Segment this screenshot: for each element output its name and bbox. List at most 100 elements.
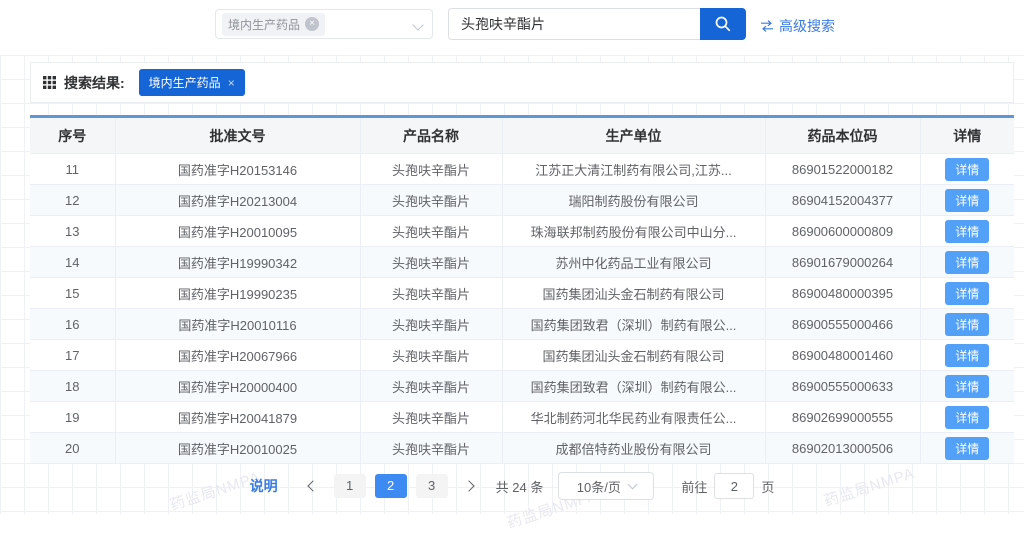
- col-header-detail: 详情: [920, 118, 1014, 154]
- col-header-approval: 批准文号: [115, 118, 360, 154]
- table-row: 16国药准字H20010116头孢呋辛酯片国药集团致君（深圳）制药有限公...8…: [30, 309, 1014, 340]
- category-tag-close-icon[interactable]: ×: [305, 17, 319, 31]
- page-button-2[interactable]: 2: [375, 474, 407, 498]
- row-approval: 国药准字H20010116: [115, 309, 360, 340]
- row-manufacturer: 国药集团致君（深圳）制药有限公...: [502, 309, 765, 340]
- row-detail-cell: 详情: [920, 185, 1014, 216]
- table-row: 18国药准字H20000400头孢呋辛酯片国药集团致君（深圳）制药有限公...8…: [30, 371, 1014, 402]
- chevron-right-icon: [463, 480, 474, 491]
- row-approval: 国药准字H20000400: [115, 371, 360, 402]
- search-icon: [714, 15, 732, 33]
- row-detail-cell: 详情: [920, 309, 1014, 340]
- category-tag-label: 境内生产药品: [228, 16, 300, 33]
- table-row: 11国药准字H20153146头孢呋辛酯片江苏正大清江制药有限公司,江苏...8…: [30, 154, 1014, 185]
- row-no: 15: [30, 278, 115, 309]
- detail-button[interactable]: 详情: [945, 437, 989, 460]
- table-row: 19国药准字H20041879头孢呋辛酯片华北制药河北华民药业有限责任公...8…: [30, 402, 1014, 433]
- row-no: 14: [30, 247, 115, 278]
- next-page-button[interactable]: [457, 474, 481, 498]
- row-manufacturer: 瑞阳制药股份有限公司: [502, 185, 765, 216]
- table-row: 13国药准字H20010095头孢呋辛酯片珠海联邦制药股份有限公司中山分...8…: [30, 216, 1014, 247]
- chevron-down-icon: [627, 480, 637, 490]
- row-product: 头孢呋辛酯片: [360, 278, 502, 309]
- row-manufacturer: 华北制药河北华民药业有限责任公...: [502, 402, 765, 433]
- row-approval: 国药准字H20153146: [115, 154, 360, 185]
- row-manufacturer: 江苏正大清江制药有限公司,江苏...: [502, 154, 765, 185]
- row-manufacturer: 国药集团致君（深圳）制药有限公...: [502, 371, 765, 402]
- row-manufacturer: 国药集团汕头金石制药有限公司: [502, 340, 765, 371]
- page-size-value: 10条/页: [577, 477, 621, 496]
- chevron-left-icon: [307, 480, 318, 491]
- table-row: 14国药准字H19990342头孢呋辛酯片苏州中化药品工业有限公司8690167…: [30, 247, 1014, 278]
- row-code: 86900480000395: [765, 278, 920, 309]
- detail-button[interactable]: 详情: [945, 220, 989, 243]
- row-no: 16: [30, 309, 115, 340]
- table-row: 20国药准字H20010025头孢呋辛酯片成都倍特药业股份有限公司8690201…: [30, 433, 1014, 464]
- row-manufacturer: 国药集团汕头金石制药有限公司: [502, 278, 765, 309]
- row-code: 86901522000182: [765, 154, 920, 185]
- row-no: 13: [30, 216, 115, 247]
- goto-page: 前往 页: [681, 473, 774, 499]
- page-button-1[interactable]: 1: [334, 474, 366, 498]
- row-no: 11: [30, 154, 115, 185]
- table-header-row: 序号 批准文号 产品名称 生产单位 药品本位码 详情: [30, 118, 1014, 154]
- page-size-select[interactable]: 10条/页: [558, 472, 654, 500]
- col-header-manufacturer: 生产单位: [502, 118, 765, 154]
- note-link[interactable]: 说明: [250, 476, 278, 496]
- row-detail-cell: 详情: [920, 402, 1014, 433]
- goto-label: 前往: [681, 477, 707, 496]
- row-approval: 国药准字H20041879: [115, 402, 360, 433]
- col-header-no: 序号: [30, 118, 115, 154]
- row-approval: 国药准字H19990342: [115, 247, 360, 278]
- detail-button[interactable]: 详情: [945, 282, 989, 305]
- detail-button[interactable]: 详情: [945, 313, 989, 336]
- prev-page-button[interactable]: [301, 474, 325, 498]
- pagination-bar: 说明 123 共 24 条 10条/页 前往 页: [0, 472, 1024, 500]
- row-product: 头孢呋辛酯片: [360, 154, 502, 185]
- row-detail-cell: 详情: [920, 216, 1014, 247]
- row-no: 18: [30, 371, 115, 402]
- row-approval: 国药准字H20213004: [115, 185, 360, 216]
- table-body: 11国药准字H20153146头孢呋辛酯片江苏正大清江制药有限公司,江苏...8…: [30, 154, 1014, 464]
- row-product: 头孢呋辛酯片: [360, 216, 502, 247]
- row-product: 头孢呋辛酯片: [360, 185, 502, 216]
- row-manufacturer: 珠海联邦制药股份有限公司中山分...: [502, 216, 765, 247]
- row-detail-cell: 详情: [920, 433, 1014, 464]
- col-header-product: 产品名称: [360, 118, 502, 154]
- page-button-3[interactable]: 3: [416, 474, 448, 498]
- table-row: 12国药准字H20213004头孢呋辛酯片瑞阳制药股份有限公司869041520…: [30, 185, 1014, 216]
- row-product: 头孢呋辛酯片: [360, 247, 502, 278]
- row-detail-cell: 详情: [920, 278, 1014, 309]
- search-button[interactable]: [700, 8, 746, 40]
- table-row: 15国药准字H19990235头孢呋辛酯片国药集团汕头金石制药有限公司86900…: [30, 278, 1014, 309]
- row-detail-cell: 详情: [920, 154, 1014, 185]
- detail-button[interactable]: 详情: [945, 158, 989, 181]
- row-detail-cell: 详情: [920, 247, 1014, 278]
- filter-tag: 境内生产药品 ×: [139, 69, 245, 96]
- row-product: 头孢呋辛酯片: [360, 433, 502, 464]
- detail-button[interactable]: 详情: [945, 344, 989, 367]
- table-row: 17国药准字H20067966头孢呋辛酯片国药集团汕头金石制药有限公司86900…: [30, 340, 1014, 371]
- detail-button[interactable]: 详情: [945, 375, 989, 398]
- category-select[interactable]: 境内生产药品 ×: [215, 9, 433, 39]
- row-detail-cell: 详情: [920, 371, 1014, 402]
- row-code: 86900555000466: [765, 309, 920, 340]
- filter-tag-label: 境内生产药品: [149, 74, 221, 91]
- detail-button[interactable]: 详情: [945, 251, 989, 274]
- row-code: 86904152004377: [765, 185, 920, 216]
- chevron-down-icon: [412, 19, 423, 30]
- goto-suffix-label: 页: [761, 477, 774, 496]
- search-results-label: 搜索结果:: [64, 73, 125, 93]
- detail-button[interactable]: 详情: [945, 406, 989, 429]
- filter-tag-close-icon[interactable]: ×: [228, 76, 235, 90]
- goto-page-input[interactable]: [714, 473, 754, 499]
- search-input[interactable]: [448, 8, 700, 40]
- advanced-search-link[interactable]: 高级搜索: [760, 16, 835, 36]
- row-approval: 国药准字H20067966: [115, 340, 360, 371]
- row-no: 20: [30, 433, 115, 464]
- row-code: 86900480001460: [765, 340, 920, 371]
- row-approval: 国药准字H19990235: [115, 278, 360, 309]
- detail-button[interactable]: 详情: [945, 189, 989, 212]
- row-approval: 国药准字H20010095: [115, 216, 360, 247]
- results-table: 序号 批准文号 产品名称 生产单位 药品本位码 详情 11国药准字H201531…: [30, 115, 1014, 464]
